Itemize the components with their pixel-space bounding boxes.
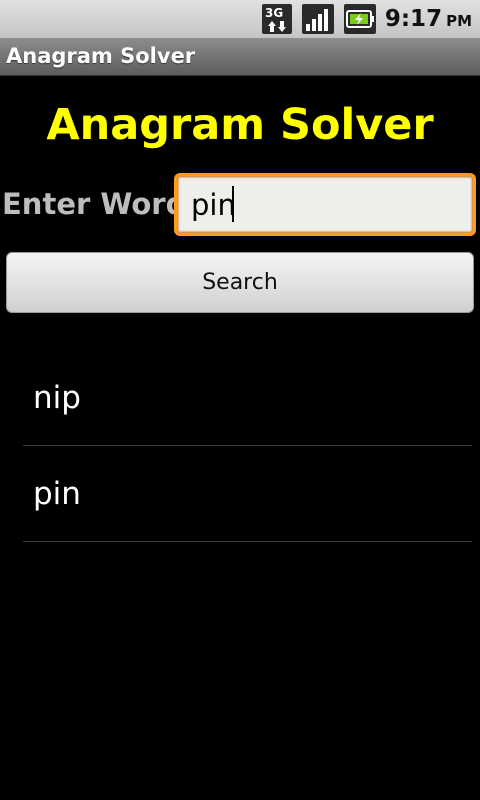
search-button[interactable]: Search: [6, 252, 474, 313]
status-icons: 3G 9:17 PM: [261, 3, 472, 35]
result-item[interactable]: pin: [23, 446, 472, 542]
word-input[interactable]: [174, 173, 476, 236]
3g-data-icon: 3G: [261, 4, 292, 34]
window-title: Anagram Solver: [6, 44, 196, 68]
clock-time: 9:17: [384, 6, 443, 32]
status-clock: 9:17 PM: [385, 6, 472, 32]
results-list: nip pin: [23, 350, 472, 542]
text-cursor: [232, 186, 234, 222]
battery-charging-icon: [343, 4, 376, 34]
network-label: 3G: [265, 6, 283, 20]
title-bar: Anagram Solver: [0, 38, 480, 76]
clock-ampm: PM: [446, 12, 472, 30]
signal-strength-icon: [301, 4, 334, 34]
status-bar: 3G 9:17 PM: [0, 0, 480, 38]
enter-word-label: Enter Word:: [2, 187, 198, 221]
result-item-label: nip: [33, 380, 81, 416]
app-heading: Anagram Solver: [46, 100, 434, 150]
result-item-label: pin: [33, 476, 81, 512]
result-item[interactable]: nip: [23, 350, 472, 446]
